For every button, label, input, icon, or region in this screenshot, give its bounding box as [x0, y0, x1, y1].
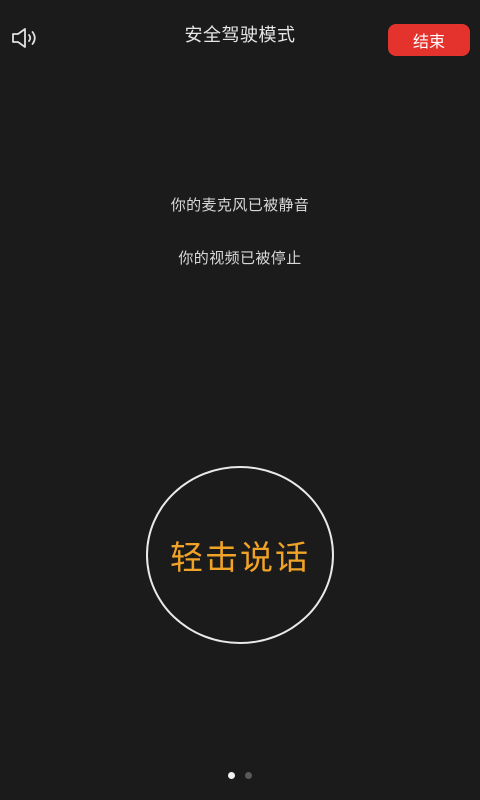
tap-to-talk-button[interactable]: 轻击说话 — [146, 466, 334, 644]
page-indicator — [0, 772, 480, 779]
mic-muted-status: 你的麦克风已被静音 — [170, 196, 310, 214]
page-title: 安全驾驶模式 — [184, 25, 296, 46]
page-dot-1[interactable] — [228, 772, 235, 779]
tap-to-talk-label: 轻击说话 — [170, 538, 310, 577]
header-bar: 安全驾驶模式 结束 — [0, 0, 480, 68]
speaker-icon[interactable] — [10, 26, 42, 50]
safe-driving-screen: 安全驾驶模式 结束 你的麦克风已被静音 你的视频已被停止 轻击说话 — [0, 0, 480, 800]
page-dot-2[interactable] — [245, 772, 252, 779]
video-stopped-status: 你的视频已被停止 — [178, 249, 302, 267]
end-button[interactable]: 结束 — [388, 24, 470, 56]
